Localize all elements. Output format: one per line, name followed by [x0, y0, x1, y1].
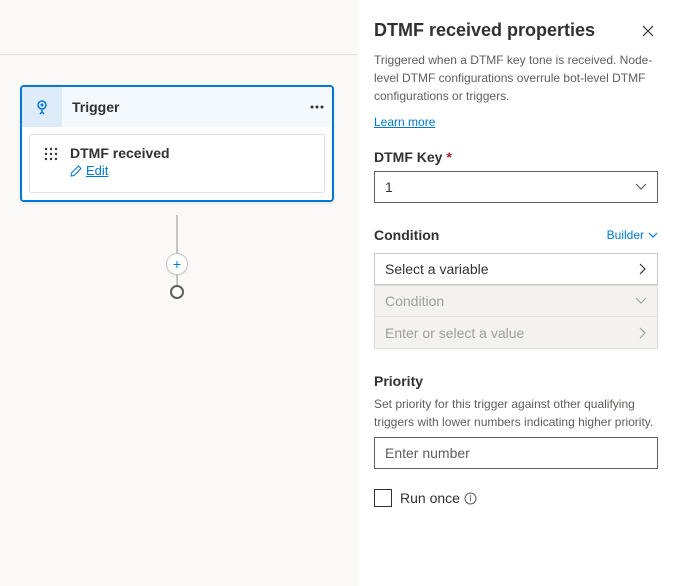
close-icon — [642, 25, 654, 37]
condition-mode-toggle[interactable]: Builder — [607, 228, 658, 242]
priority-input[interactable] — [374, 437, 658, 469]
priority-label: Priority — [374, 373, 658, 389]
trigger-event-title: DTMF received — [70, 145, 312, 161]
condition-variable-select[interactable]: Select a variable — [374, 253, 658, 285]
edit-trigger-link[interactable]: Edit — [70, 163, 108, 178]
run-once-checkbox[interactable] — [374, 489, 392, 507]
condition-builder: Select a variable Condition Enter or sel… — [374, 253, 658, 349]
add-node-button[interactable]: + — [166, 253, 188, 275]
dialpad-icon — [42, 145, 60, 163]
learn-more-link[interactable]: Learn more — [374, 115, 435, 129]
node-header: Trigger — [22, 87, 332, 127]
dtmf-key-label: DTMF Key * — [374, 149, 658, 165]
node-title: Trigger — [62, 99, 302, 115]
pencil-icon — [70, 165, 82, 177]
edit-label: Edit — [86, 163, 108, 178]
run-once-label: Run once — [400, 490, 478, 506]
close-panel-button[interactable] — [638, 21, 658, 41]
node-body: DTMF received Edit — [22, 127, 332, 200]
panel-title: DTMF received properties — [374, 20, 595, 41]
builder-label: Builder — [607, 228, 644, 242]
condition-operator-select: Condition — [374, 285, 658, 317]
info-icon[interactable] — [464, 491, 478, 505]
condition-value-select: Enter or select a value — [374, 317, 658, 349]
chevron-right-icon — [639, 263, 647, 275]
dtmf-key-value: 1 — [385, 179, 393, 195]
trigger-event-card[interactable]: DTMF received Edit — [29, 134, 325, 193]
priority-helper-text: Set priority for this trigger against ot… — [374, 395, 658, 431]
node-overflow-menu[interactable] — [302, 87, 332, 127]
trigger-icon — [22, 87, 62, 127]
flow-canvas: Trigger DTMF received Edit + — [0, 54, 358, 586]
properties-panel: DTMF received properties Triggered when … — [358, 0, 674, 586]
trigger-node[interactable]: Trigger DTMF received Edit — [20, 85, 334, 202]
chevron-right-icon — [639, 327, 647, 339]
chevron-down-icon — [648, 232, 658, 239]
chevron-down-icon — [635, 297, 647, 305]
panel-description: Triggered when a DTMF key tone is receiv… — [374, 51, 658, 105]
condition-label: Condition — [374, 227, 439, 243]
required-asterisk: * — [446, 149, 451, 165]
flow-end-marker — [170, 285, 184, 299]
dtmf-key-select[interactable]: 1 — [374, 171, 658, 203]
chevron-down-icon — [635, 183, 647, 191]
